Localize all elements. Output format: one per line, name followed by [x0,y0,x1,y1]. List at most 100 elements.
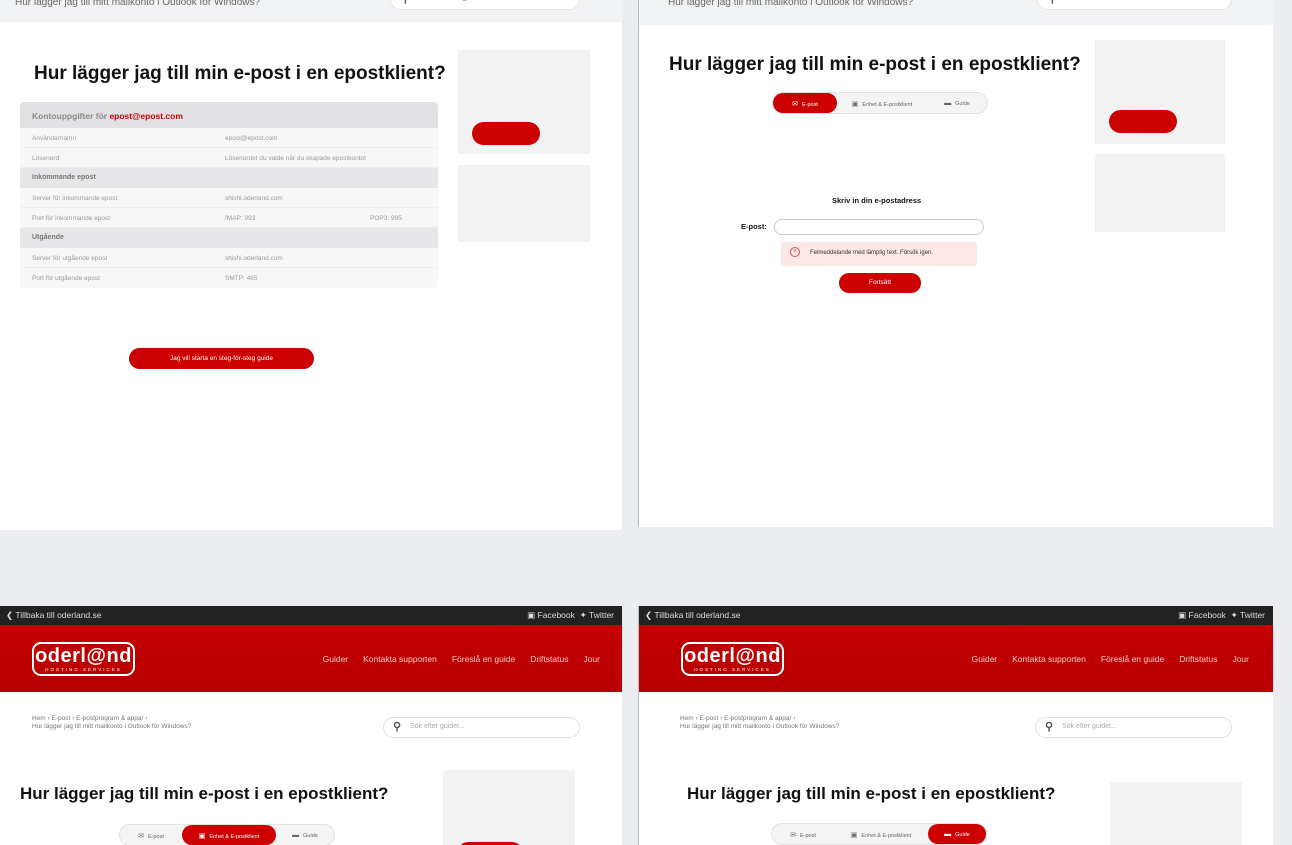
back-link-label: Tillbaka till oderland.se [654,610,741,620]
main-header: oderl@nd HOSTING SERVICES Guider Kontakta … [639,625,1273,692]
nav-contact[interactable]: Kontakta supporten [1012,654,1086,664]
breadcrumb-home[interactable]: Hem [680,715,694,722]
tab-label: E-post [801,102,818,108]
tab-email[interactable]: ✉ E-post [773,93,837,113]
row-value: Lösenordet du valde när du skapade epost… [225,155,366,162]
step-toggle: ✉ E-post ▣ Enhet & E-postklient ▬ Guide [119,824,335,845]
social-links: ▣ Facebook ✦ Twitter [1178,610,1265,621]
nav-oncall[interactable]: Jour [583,654,600,664]
site-logo[interactable]: oderl@nd HOSTING SERVICES [681,642,784,676]
twitter-link[interactable]: Twitter [589,610,614,620]
breadcrumb-apps[interactable]: E-postprogram & appar [76,715,144,722]
email-label: E-post: [741,222,767,231]
tab-label: E-post [147,834,164,840]
devices-icon: ▣ [198,833,206,840]
nav-status[interactable]: Driftstatus [530,654,568,664]
main-nav: Guider Kontakta supporten Föreslå en guide… [308,654,600,664]
tab-label: Guide [303,833,318,839]
tab-label: Guide [955,832,970,838]
facebook-link[interactable]: Facebook [538,610,575,620]
search-input[interactable]: ⚲ Sök efter guider... [383,717,580,738]
sidebar-button[interactable] [1109,110,1177,133]
row-key: Server för utgående epost [32,255,108,262]
page-title: Hur lägger jag till min e-post i en epos… [20,784,389,803]
nav-guides[interactable]: Guider [972,654,998,664]
nav-guides[interactable]: Guider [323,654,349,664]
logo-text: oderl@nd [684,645,781,667]
breadcrumb-email[interactable]: E-post [52,715,71,722]
tab-email[interactable]: ✉ E-post [120,825,182,845]
main-nav: Guider Kontakta supporten Föreslå en guide… [957,654,1249,664]
breadcrumb-current[interactable]: Hur lägger jag till mitt mailkonto i Out… [15,0,260,8]
back-link-label: Tillbaka till oderland.se [15,610,102,620]
devices-icon: ▣ [850,832,858,839]
tab-label: Enhet & E-postklient [862,102,913,108]
row-value: SMTP: 465 [225,275,258,282]
nav-suggest[interactable]: Föreslå en guide [1101,654,1164,664]
continue-button[interactable]: Fortsätt [839,273,921,293]
nav-suggest[interactable]: Föreslå en guide [452,654,515,664]
logo-tagline: HOSTING SERVICES [694,667,771,672]
tab-email[interactable]: ✉ E-post [772,824,834,844]
nav-status[interactable]: Driftstatus [1179,654,1217,664]
tab-guide[interactable]: ▬ Guide [927,93,987,113]
facebook-link[interactable]: Facebook [1189,610,1226,620]
table-header: Kontouppgifter för epost@epost.com [20,102,438,128]
section-outgoing: Utgående [20,228,438,248]
sidebar-block [1110,782,1242,845]
start-guide-button[interactable]: Jag vill starta en steg-för-steg guide [129,348,314,369]
back-link[interactable]: ❮ Tillbaka till oderland.se [6,610,102,621]
search-placeholder: Sök efter guider... [410,723,465,730]
tab-device-client[interactable]: ▣ Enhet & E-postklient [182,825,276,845]
table-header-email: epost@epost.com [109,111,183,121]
panel-email-form: Hur lägger jag till mitt mailkonto i Out… [638,0,1273,527]
nav-contact[interactable]: Kontakta supporten [363,654,437,664]
twitter-link[interactable]: Twitter [1240,610,1265,620]
logo-tagline: HOSTING SERVICES [45,667,122,672]
nav-oncall[interactable]: Jour [1232,654,1249,664]
search-icon: ⚲ [1048,0,1057,5]
search-input[interactable]: ⚲ Sök efter guider... [390,0,580,10]
envelope-icon: ✉ [790,832,796,839]
table-row: Port för utgående epost SMTP: 465 [20,268,438,288]
twitter-icon[interactable]: ✦ [1231,610,1238,620]
search-input[interactable]: ⚲ Sök efter guider... [1035,717,1232,738]
search-icon: ⚲ [401,0,410,5]
back-link[interactable]: ❮ Tillbaka till oderland.se [645,610,741,621]
section-incoming: Inkommande epost [20,168,438,188]
row-key: Lösenord [32,155,60,162]
site-logo[interactable]: oderl@nd HOSTING SERVICES [32,642,135,676]
sidebar-block [1095,154,1225,232]
panel-device-client: ❮ Tillbaka till oderland.se ▣ Facebook ✦… [0,606,622,845]
panel-guide: ❮ Tillbaka till oderland.se ▣ Facebook ✦… [638,606,1273,845]
breadcrumb-apps[interactable]: E-postprogram & appar [724,715,792,722]
row-value: shishi.oderland.com [225,195,283,202]
breadcrumb-email[interactable]: E-post [700,715,719,722]
search-input[interactable]: ⚲ [1037,0,1232,10]
panel-account-details: Hur lägger jag till mitt mailkonto i Out… [0,0,622,530]
devices-icon: ▣ [851,101,859,108]
chevron-left-icon: ❮ [645,610,655,620]
twitter-icon[interactable]: ✦ [580,610,587,620]
tab-device-client[interactable]: ▣ Enhet & E-postklient [834,824,928,844]
email-field[interactable] [774,219,984,235]
tab-label: E-post [799,833,816,839]
table-row: Port för inkommande epost IMAP: 993 POP3: … [20,208,438,228]
row-value: epost@epost.com [225,135,278,142]
tab-guide[interactable]: ▬ Guide [928,824,986,844]
monitor-icon: ▬ [944,100,952,107]
search-placeholder: Sök efter guider... [1062,723,1117,730]
facebook-icon[interactable]: ▣ [1178,610,1186,620]
breadcrumb-current[interactable]: Hur lägger jag till mitt mailkonto i Out… [668,0,913,8]
tab-label: Enhet & E-postklient [861,833,912,839]
tab-device-client[interactable]: ▣ Enhet & E-postklient [837,93,927,113]
row-key: Användarnamn [32,135,77,142]
monitor-icon: ▬ [944,831,952,838]
sidebar-block [458,165,590,242]
envelope-icon: ✉ [792,101,798,108]
sidebar-button[interactable] [472,122,540,145]
breadcrumb-home[interactable]: Hem [32,715,46,722]
facebook-icon[interactable]: ▣ [527,610,535,620]
monitor-icon: ▬ [292,832,300,839]
tab-guide[interactable]: ▬ Guide [276,825,334,845]
